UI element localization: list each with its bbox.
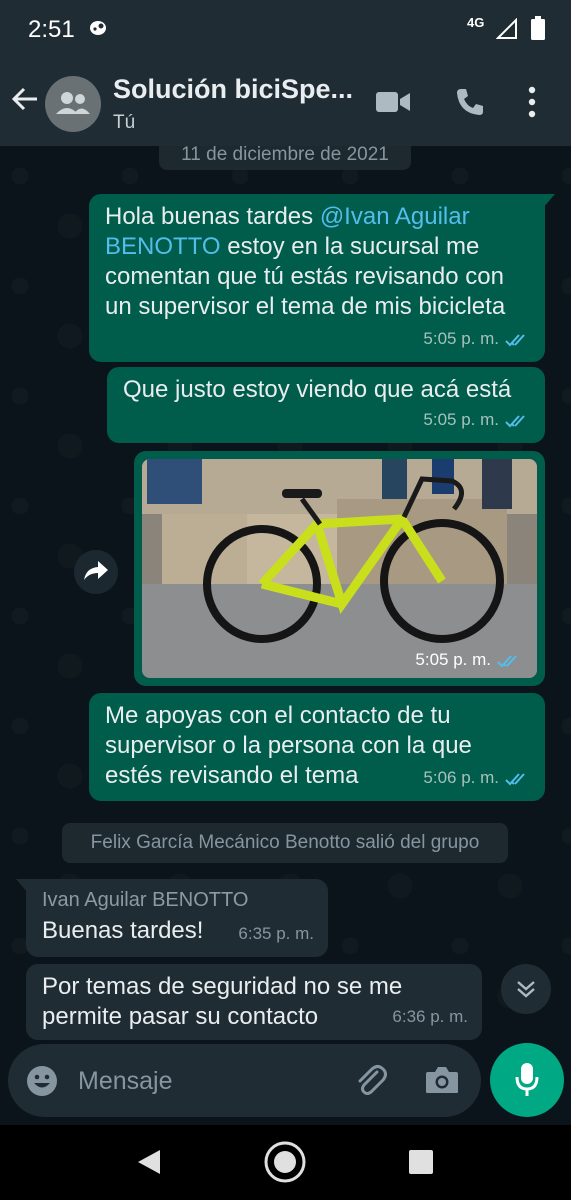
message-bubble-incoming[interactable]: Ivan Aguilar BENOTTO Buenas tardes! 6:35… [16,879,328,957]
double-check-icon [497,654,517,667]
emoji-icon[interactable] [26,1065,58,1102]
message-text-part: Hola buenas tardes [105,203,320,230]
back-arrow-icon[interactable] [10,84,40,119]
chat-subtitle[interactable]: Tú [113,112,135,134]
mic-icon [515,1063,539,1096]
message-meta: 5:05 p. m. [415,650,523,670]
network-type: 4G [467,15,485,30]
notification-icon [88,18,110,43]
group-avatar-icon[interactable] [45,76,101,132]
more-options-icon[interactable] [527,86,537,123]
message-input[interactable] [76,1060,330,1102]
message-bubble-outgoing[interactable]: Que justo estoy viendo que acá está 5:05… [107,367,545,443]
signal-icon [495,17,518,45]
bubble-tail [16,879,28,893]
message-time: 5:05 p. m. [415,650,491,669]
bubble-tail [543,194,555,208]
message-text: Hola buenas tardes @Ivan Aguilar BENOTTO… [105,202,535,322]
message-time: 5:06 p. m. [423,768,499,787]
message-text: Buenas tardes! [42,917,204,944]
double-check-icon [505,414,525,427]
message-bubble-incoming[interactable]: Por temas de seguridad no se me permite … [26,964,482,1040]
video-call-icon[interactable] [376,90,410,119]
voice-call-icon[interactable] [455,87,485,122]
system-nav-bar [0,1125,571,1200]
message-time: 5:05 p. m. [423,329,499,348]
message-text: Que justo estoy viendo que acá está [123,376,512,403]
sender-name[interactable]: Ivan Aguilar BENOTTO [42,885,248,915]
scroll-down-icon[interactable] [501,964,551,1014]
double-check-icon [505,772,525,785]
status-time: 2:51 [28,16,75,43]
message-time: 5:05 p. m. [423,410,499,429]
nav-recent-icon[interactable] [409,1150,433,1179]
attach-icon[interactable] [355,1064,387,1103]
message-meta: 5:05 p. m. [423,324,531,354]
system-message: Felix García Mecánico Benotto salió del … [62,823,508,863]
message-bubble-outgoing[interactable]: Me apoyas con el contacto de tu supervis… [89,693,545,801]
double-check-icon [505,333,525,346]
chat-title[interactable]: Solución biciSpe... [113,74,353,105]
date-separator: 11 de diciembre de 2021 [159,146,411,170]
message-meta: 5:05 p. m. [423,405,531,435]
mic-button[interactable] [490,1043,564,1117]
status-bar: 2:51 4G [0,0,571,58]
chat-area[interactable]: 11 de diciembre de 2021 Hola buenas tard… [0,146,571,1040]
message-meta: 5:06 p. m. [423,763,531,793]
message-time: 6:35 p. m. [238,924,314,943]
nav-back-icon[interactable] [136,1148,162,1181]
image-message-bubble[interactable]: 5:05 p. m. [134,451,545,686]
battery-icon [531,16,545,45]
forward-icon[interactable] [74,550,118,594]
bike-illustration [142,459,537,678]
message-composer[interactable] [8,1044,481,1117]
bike-photo[interactable]: 5:05 p. m. [142,459,537,678]
chat-header: Solución biciSpe... Tú [0,58,571,146]
message-time: 6:36 p. m. [392,1007,468,1026]
nav-home-icon[interactable] [263,1140,307,1189]
message-bubble-outgoing[interactable]: Hola buenas tardes @Ivan Aguilar BENOTTO… [89,194,555,362]
input-bar [0,1040,571,1125]
camera-icon[interactable] [425,1066,459,1099]
